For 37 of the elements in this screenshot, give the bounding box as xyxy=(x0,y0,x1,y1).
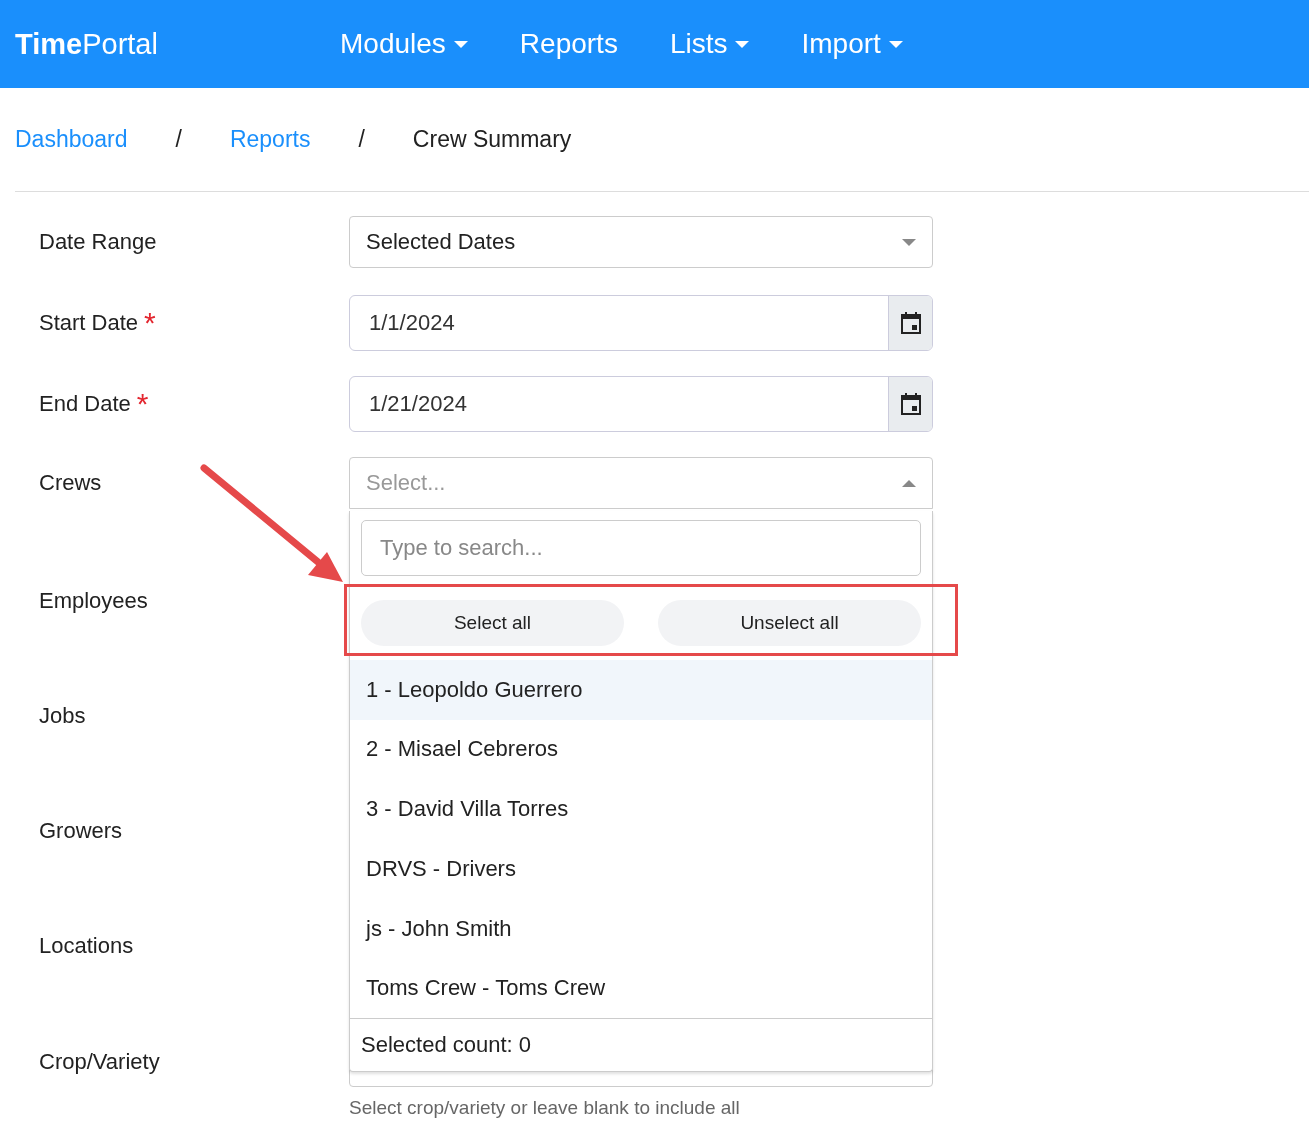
field-label: Start Date xyxy=(39,310,139,336)
date-field[interactable]: 1/1/2024 xyxy=(349,295,933,351)
required-asterisk: * xyxy=(144,313,156,333)
calendar-button[interactable] xyxy=(888,377,932,431)
field-label: Locations xyxy=(39,933,134,959)
select-field[interactable]: Selected Dates xyxy=(349,216,933,268)
field-label: End Date xyxy=(39,391,131,417)
calendar-icon xyxy=(899,392,922,416)
dropdown-option[interactable]: Toms Crew - Toms Crew xyxy=(350,958,932,1019)
dropdown-option[interactable]: js - John Smith xyxy=(350,898,932,959)
calendar-icon xyxy=(899,311,922,335)
select-all-button[interactable]: Select all xyxy=(361,599,624,646)
caret-icon xyxy=(453,40,468,48)
field-label: Crop/Variety xyxy=(39,1049,160,1075)
field-label: Growers xyxy=(39,818,123,844)
calendar-button[interactable] xyxy=(888,296,932,350)
unselect-all-button[interactable]: Unselect all xyxy=(658,599,921,646)
dropdown-option[interactable]: 1 - Leopoldo Guerrero xyxy=(350,659,932,720)
dropdown-option[interactable]: 2 - Misael Cebreros xyxy=(350,719,932,780)
required-asterisk: * xyxy=(136,394,149,414)
field-label: Jobs xyxy=(39,703,86,729)
date-field[interactable]: 1/21/2024 xyxy=(349,376,933,432)
search-field[interactable]: Type to search... xyxy=(361,520,921,576)
field-label: Employees xyxy=(39,588,148,614)
breadcrumb-current: Crew Summary xyxy=(412,126,572,153)
caret-icon xyxy=(735,40,750,48)
help-text: Select crop/variety or leave blank to include all xyxy=(349,1097,741,1119)
field-label: Crews xyxy=(39,470,102,496)
caret-icon xyxy=(902,238,916,246)
breadcrumb-separator: / xyxy=(175,126,182,153)
selected-count: Selected count: 0 xyxy=(350,1018,932,1072)
caret-icon xyxy=(888,40,903,48)
field-label: Date Range xyxy=(39,229,157,255)
breadcrumb-separator: / xyxy=(358,126,365,153)
dropdown-option[interactable]: 3 - David Villa Torres xyxy=(350,779,932,839)
dropdown-option[interactable]: DRVS - Drivers xyxy=(350,839,932,899)
caret-icon xyxy=(902,479,916,487)
